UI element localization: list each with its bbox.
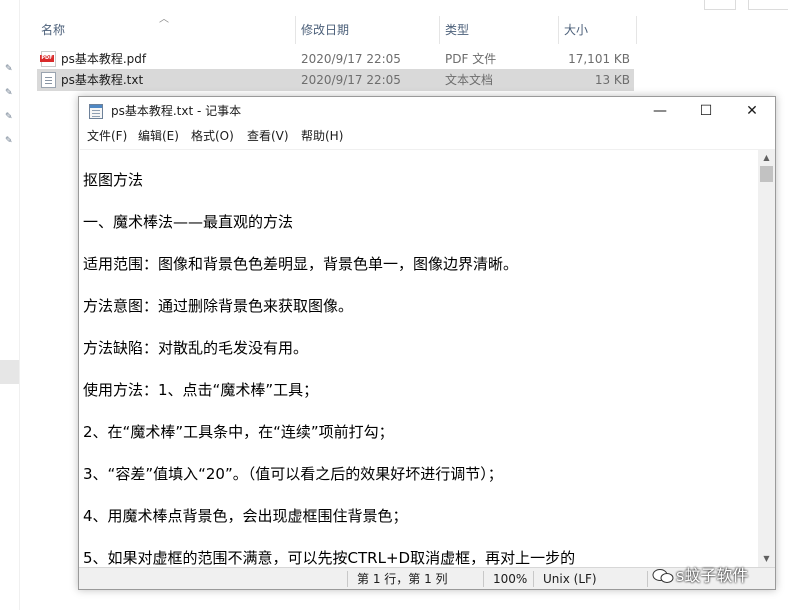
menu-help[interactable]: 帮助(H) bbox=[301, 125, 343, 147]
line-ending: Unix (LF) bbox=[543, 572, 597, 586]
close-button[interactable]: ✕ bbox=[729, 97, 775, 125]
menu-view[interactable]: 查看(V) bbox=[247, 125, 289, 147]
text-file-icon bbox=[41, 72, 56, 88]
editor-line: 方法意图：通过删除背景色来获取图像。 bbox=[83, 297, 354, 315]
pin-icon[interactable]: ✎ bbox=[5, 136, 15, 146]
vertical-scrollbar[interactable]: ▲ ▼ bbox=[758, 149, 775, 567]
pin-icon[interactable]: ✎ bbox=[5, 112, 15, 122]
file-modified: 2020/9/17 22:05 bbox=[301, 52, 401, 66]
nav-pane: ✎ ✎ ✎ ✎ bbox=[0, 48, 20, 168]
menu-edit[interactable]: 编辑(E) bbox=[138, 125, 179, 147]
column-separator[interactable] bbox=[439, 16, 440, 44]
column-header-name[interactable]: 名称 bbox=[37, 16, 295, 44]
column-separator[interactable] bbox=[558, 16, 559, 44]
window-title: ps基本教程.txt - 记事本 bbox=[111, 104, 242, 118]
column-header-type[interactable]: 类型 bbox=[441, 16, 556, 44]
file-modified: 2020/9/17 22:05 bbox=[301, 73, 401, 87]
file-row-selected[interactable]: ps基本教程.txt 2020/9/17 22:05 文本文档 13 KB bbox=[37, 69, 634, 91]
zoom-level: 100% bbox=[493, 572, 528, 586]
pdf-file-icon: PDF bbox=[40, 51, 56, 67]
menu-bar: 文件(F) 编辑(E) 格式(O) 查看(V) 帮助(H) bbox=[79, 125, 775, 147]
editor-line: 使用方法：1、点击“魔术棒”工具； bbox=[83, 381, 319, 399]
column-separator[interactable] bbox=[636, 16, 637, 44]
explorer-toolbar-button[interactable] bbox=[704, 0, 736, 10]
file-type: PDF 文件 bbox=[445, 52, 497, 66]
column-separator[interactable] bbox=[295, 16, 296, 44]
editor-line: 2、在“魔术棒”工具条中，在“连续”项前打勾； bbox=[83, 423, 394, 441]
editor-line: 适用范围：图像和背景色色差明显，背景色单一，图像边界清晰。 bbox=[83, 255, 519, 273]
editor-line: 4、用魔术棒点背景色，会出现虚框围住背景色； bbox=[83, 507, 408, 525]
explorer-toolbar-button[interactable] bbox=[748, 0, 788, 10]
file-type: 文本文档 bbox=[445, 73, 494, 87]
menu-format[interactable]: 格式(O) bbox=[191, 125, 234, 147]
file-size: 13 KB bbox=[594, 73, 630, 87]
pdf-badge: PDF bbox=[40, 55, 54, 62]
watermark-text: s蚊子软件 bbox=[676, 566, 749, 585]
file-size: 17,101 KB bbox=[568, 52, 630, 66]
menu-file[interactable]: 文件(F) bbox=[87, 125, 127, 147]
file-name: ps基本教程.pdf bbox=[61, 52, 147, 66]
column-header-modified[interactable]: 修改日期 bbox=[297, 16, 437, 44]
editor-line: 抠图方法 bbox=[83, 171, 144, 189]
editor-line: 方法缺陷：对散乱的毛发没有用。 bbox=[83, 339, 309, 357]
editor-line: 5、如果对虚框的范围不满意，可以先按CTRL+D取消虚框，再对上一步的 bbox=[83, 549, 576, 567]
explorer-top-strip bbox=[0, 0, 788, 10]
scroll-thumb[interactable] bbox=[760, 166, 773, 182]
maximize-button[interactable]: ☐ bbox=[683, 97, 729, 125]
text-editor[interactable]: 抠图方法 一、魔术棒法——最直观的方法 适用范围：图像和背景色色差明显，背景色单… bbox=[80, 149, 760, 567]
scroll-down-icon[interactable]: ▼ bbox=[758, 550, 775, 567]
pin-icon[interactable]: ✎ bbox=[5, 88, 15, 98]
pin-icon[interactable]: ✎ bbox=[5, 64, 15, 74]
wechat-icon bbox=[652, 569, 674, 583]
notepad-window: ps基本教程.txt - 记事本 — ☐ ✕ 文件(F) 编辑(E) 格式(O)… bbox=[78, 96, 776, 590]
minimize-button[interactable]: — bbox=[637, 97, 683, 125]
nav-pane-scroll-thumb[interactable] bbox=[0, 360, 19, 384]
notepad-icon[interactable] bbox=[89, 104, 103, 119]
column-header-size[interactable]: 大小 bbox=[560, 16, 636, 44]
scroll-up-icon[interactable]: ▲ bbox=[758, 149, 775, 166]
title-bar[interactable]: ps基本教程.txt - 记事本 — ☐ ✕ bbox=[79, 97, 775, 125]
cursor-position: 第 1 行，第 1 列 bbox=[357, 572, 448, 586]
editor-line: 3、“容差”值填入“20”。（值可以看之后的效果好坏进行调节）； bbox=[83, 465, 503, 483]
file-row[interactable]: PDF ps基本教程.pdf 2020/9/17 22:05 PDF 文件 17… bbox=[37, 48, 634, 70]
file-name: ps基本教程.txt bbox=[61, 73, 144, 87]
editor-line: 一、魔术棒法——最直观的方法 bbox=[83, 213, 294, 231]
